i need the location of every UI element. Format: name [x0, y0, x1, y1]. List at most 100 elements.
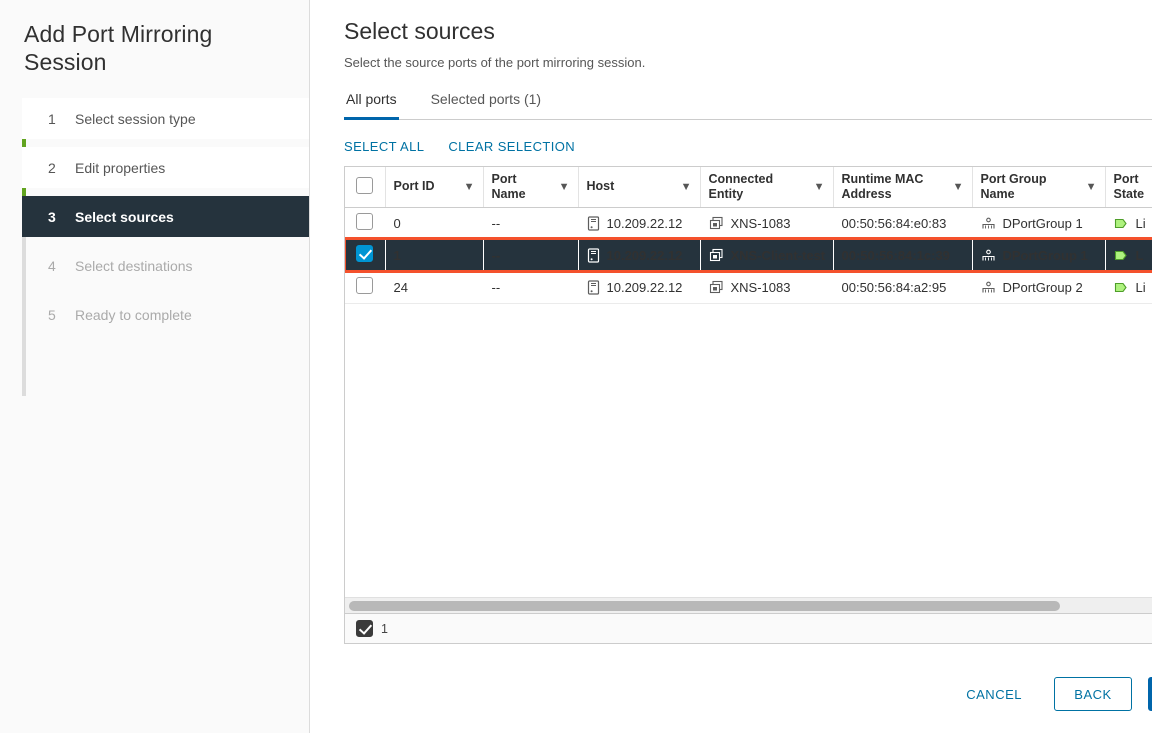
horizontal-scrollbar[interactable] [345, 597, 1152, 613]
step-number: 2 [48, 160, 64, 176]
row-checkbox[interactable] [356, 213, 373, 230]
cell-port-id: 1 [385, 239, 483, 271]
virtual-machine-icon [709, 248, 724, 263]
cell-port-state: Li [1105, 207, 1152, 239]
port-group-icon [981, 248, 996, 263]
port-group-value: DPortGroup 1 [1003, 248, 1088, 263]
table-footer: 1 3 items [344, 614, 1152, 644]
wizard-steps: 1 Select session type 2 Edit properties … [0, 98, 309, 335]
table-row[interactable]: 1 -- 10.209.22.12 [345, 239, 1152, 271]
selected-count: 1 [381, 622, 388, 636]
ports-table-container: Port ID ▼ Port Name ▼ Ho [344, 166, 1152, 614]
column-label: Port Group Name [981, 172, 1065, 202]
cell-runtime-mac: 00:50:56:84:a2:95 [833, 271, 972, 303]
host-value: 10.209.22.12 [607, 280, 683, 295]
filter-icon[interactable]: ▼ [814, 181, 825, 193]
cell-port-id: 24 [385, 271, 483, 303]
sidebar-step-2[interactable]: 2 Edit properties [22, 147, 309, 188]
panel-header: Select sources Select the source ports o… [334, 0, 1152, 70]
ports-table: Port ID ▼ Port Name ▼ Ho [345, 167, 1152, 304]
virtual-machine-icon [709, 216, 724, 231]
port-state-value: L [1136, 248, 1144, 263]
column-header-runtime-mac-address[interactable]: Runtime MAC Address ▼ [833, 167, 972, 207]
step-label: Edit properties [75, 160, 165, 176]
host-icon [587, 280, 600, 295]
connected-entity-value: XNS-1083 [731, 216, 791, 231]
wizard-title: Add Port Mirroring Session [0, 0, 309, 76]
cell-port-state: L [1105, 239, 1152, 271]
tab-selected-ports[interactable]: Selected ports (1) [429, 91, 544, 120]
cell-port-name: -- [483, 207, 578, 239]
row-select-cell [345, 271, 385, 303]
column-header-port-id[interactable]: Port ID ▼ [385, 167, 483, 207]
step-number: 3 [48, 209, 64, 225]
column-label: Connected Entity [709, 172, 789, 202]
cell-runtime-mac: 00:50:56:84:e0:83 [833, 207, 972, 239]
connected-entity-value: XNS-Client-test [731, 248, 826, 263]
row-checkbox[interactable] [356, 245, 373, 262]
header-select-all-checkbox[interactable] [356, 177, 373, 194]
row-select-cell [345, 239, 385, 271]
cancel-button[interactable]: CANCEL [950, 677, 1038, 711]
column-header-connected-entity[interactable]: Connected Entity ▼ [700, 167, 833, 207]
cell-port-group: DPortGroup 1 [972, 207, 1105, 239]
step-label: Select destinations [75, 258, 193, 274]
column-header-port-state[interactable]: Port State [1105, 167, 1152, 207]
filter-icon[interactable]: ▼ [953, 181, 964, 193]
filter-icon[interactable]: ▼ [1086, 181, 1097, 193]
tab-all-ports[interactable]: All ports [344, 91, 399, 120]
column-header-port-group-name[interactable]: Port Group Name ▼ [972, 167, 1105, 207]
cell-port-group: DPortGroup 2 [972, 271, 1105, 303]
clear-selection-button[interactable]: CLEAR SELECTION [448, 139, 575, 154]
link-up-icon [1114, 217, 1129, 230]
port-group-value: DPortGroup 2 [1003, 280, 1083, 295]
link-up-icon [1114, 249, 1129, 262]
port-state-value: Li [1136, 216, 1146, 231]
row-select-cell [345, 207, 385, 239]
column-label: Host [587, 179, 615, 194]
table-row[interactable]: 24 -- 10.209.22.12 [345, 271, 1152, 303]
sidebar-step-3[interactable]: 3 Select sources [22, 196, 309, 237]
sidebar-step-4: 4 Select destinations [22, 245, 309, 286]
host-value: 10.209.22.12 [607, 248, 683, 263]
cell-host: 10.209.22.12 [578, 271, 700, 303]
step-number: 4 [48, 258, 64, 274]
wizard-sidebar: Add Port Mirroring Session 1 Select sess… [0, 0, 310, 733]
wizard-dialog: Add Port Mirroring Session 1 Select sess… [0, 0, 1152, 733]
column-label: Runtime MAC Address [842, 172, 934, 202]
page-title: Select sources [344, 16, 1152, 46]
column-header-port-name[interactable]: Port Name ▼ [483, 167, 578, 207]
filter-icon[interactable]: ▼ [464, 181, 475, 193]
cell-connected-entity: XNS-1083 [700, 271, 833, 303]
row-checkbox[interactable] [356, 277, 373, 294]
next-button[interactable]: NEXT [1148, 677, 1152, 711]
filter-icon[interactable]: ▼ [681, 181, 692, 193]
cell-runtime-mac: 00:50:56:84:1c:39 [833, 239, 972, 271]
step-label: Ready to complete [75, 307, 192, 323]
column-header-host[interactable]: Host ▼ [578, 167, 700, 207]
scrollbar-thumb[interactable] [349, 601, 1060, 611]
cell-port-name: -- [483, 239, 578, 271]
back-button[interactable]: BACK [1054, 677, 1132, 711]
table-row[interactable]: 0 -- 10.209.22.12 [345, 207, 1152, 239]
virtual-machine-icon [709, 280, 724, 295]
step-label: Select sources [75, 209, 174, 225]
page-subtitle: Select the source ports of the port mirr… [344, 55, 1152, 70]
port-group-value: DPortGroup 1 [1003, 216, 1083, 231]
select-all-button[interactable]: SELECT ALL [344, 139, 424, 154]
port-group-icon [981, 216, 996, 231]
cell-port-group: DPortGroup 1 [972, 239, 1105, 271]
filter-icon[interactable]: ▼ [559, 181, 570, 193]
step-label: Select session type [75, 111, 196, 127]
footer-selection-checkbox[interactable] [356, 620, 373, 637]
step-number: 5 [48, 307, 64, 323]
select-all-header-cell [345, 167, 385, 207]
port-state-value: Li [1136, 280, 1146, 295]
dialog-button-bar: CANCEL BACK NEXT [950, 677, 1152, 711]
cell-connected-entity: XNS-1083 [700, 207, 833, 239]
cell-connected-entity: XNS-Client-test [700, 239, 833, 271]
sidebar-step-1[interactable]: 1 Select session type [22, 98, 309, 139]
port-group-icon [981, 280, 996, 295]
tab-bar: All ports Selected ports (1) [344, 90, 1152, 120]
step-number: 1 [48, 111, 64, 127]
